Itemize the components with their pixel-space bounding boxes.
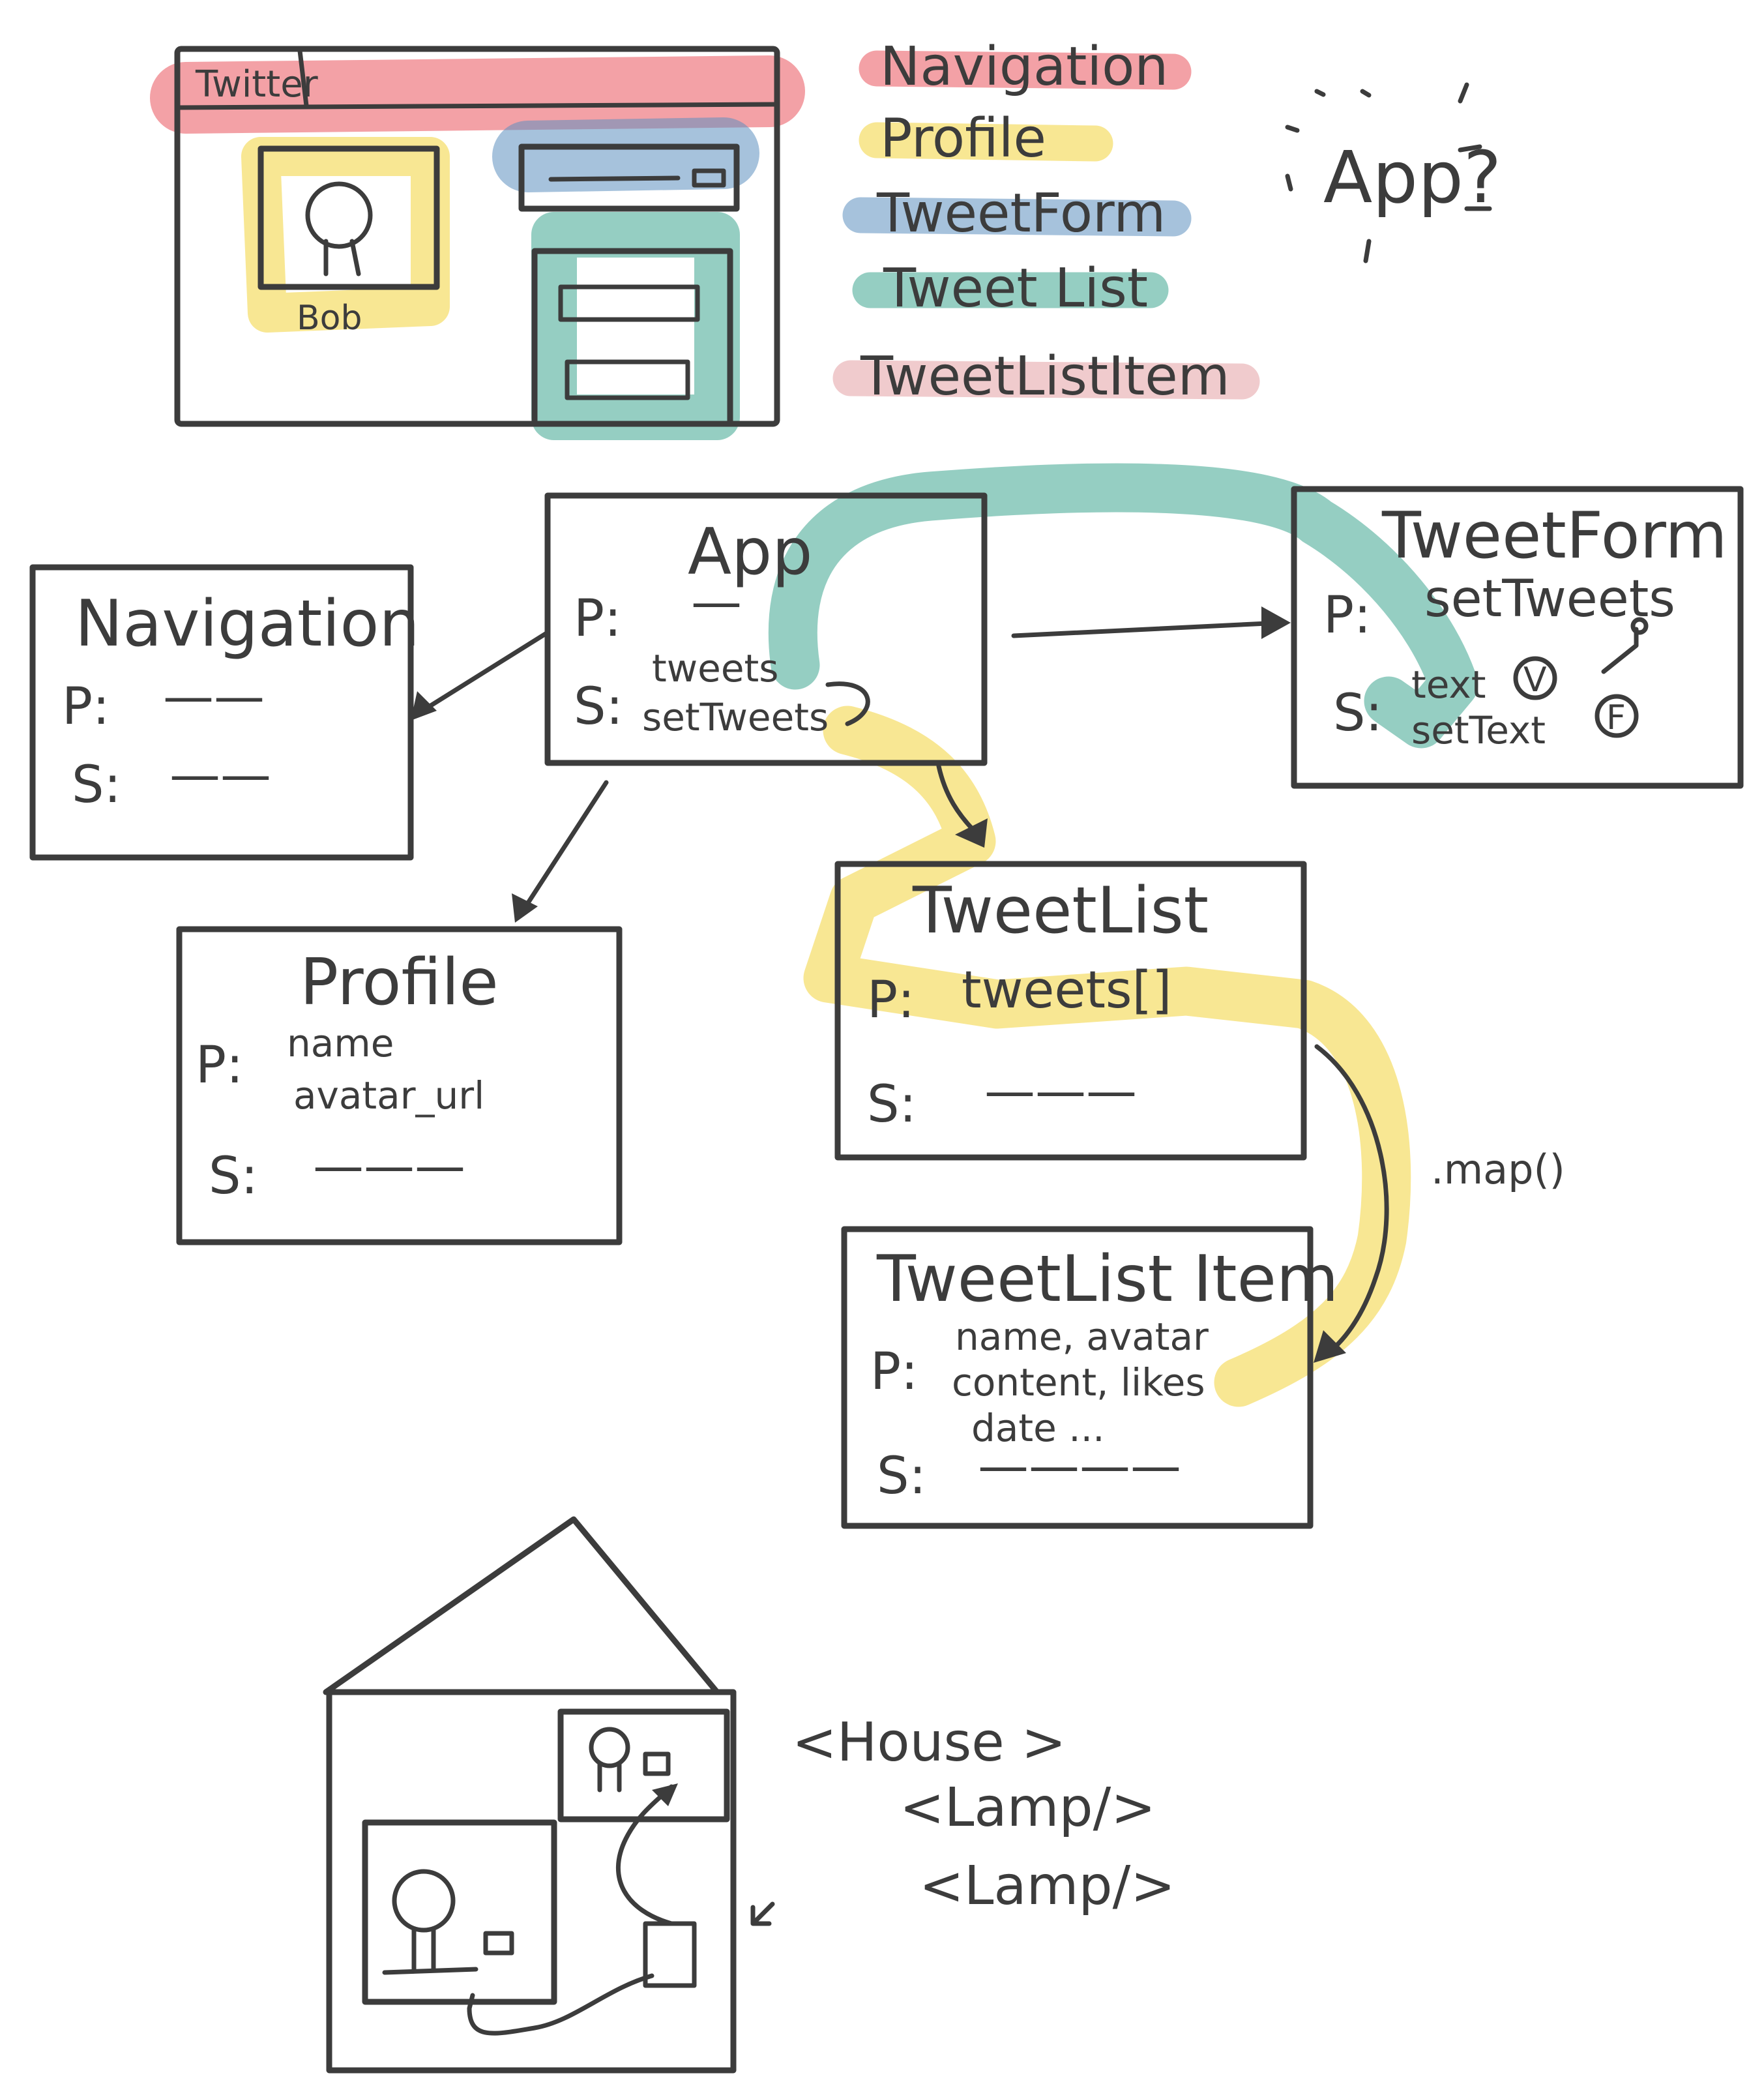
wire-avatar-face: [305, 181, 373, 276]
wire-list-item-2: [565, 359, 690, 400]
tweetlist-title: TweetList: [912, 874, 1209, 948]
profile-component: Profile P: name avatar_url S: ———: [176, 926, 623, 1245]
navigation-component: Navigation P: —— S: ——: [29, 564, 420, 861]
arrow-app-to-tweetform: [1011, 620, 1284, 638]
house-room-lower: [362, 1819, 557, 2005]
lamp-icon-upper: [589, 1727, 671, 1793]
profile-props-avatar: avatar_url: [293, 1073, 484, 1118]
profile-state-value: ———: [313, 1137, 465, 1196]
tweetlistitem-props-line1: name, avatar: [955, 1315, 1209, 1359]
profile-props-label: P:: [196, 1036, 243, 1095]
lamp-icon-lower: [382, 1869, 514, 1975]
arrow-app-to-profile: [519, 780, 609, 915]
app-component: App P: — S: tweets setTweets: [544, 492, 988, 766]
legend: Navigation Profile TweetForm Tweet List …: [832, 36, 1260, 408]
house-code-lamp-2: <Lamp/>: [919, 1855, 1175, 1917]
wire-form-highlight: [492, 117, 759, 192]
badge-v: V: [1513, 656, 1557, 700]
wire-nav-title: Twitter: [195, 63, 319, 106]
diagram-canvas: Twitter Bob Navigation Profile TweetForm…: [29, 36, 1744, 2074]
house-code: <House > <Lamp/> <Lamp/>: [792, 1712, 1175, 1917]
tweetform-title: TweetForm: [1381, 499, 1727, 573]
house-code-tag: <House >: [792, 1712, 1066, 1774]
legend-item-profile: Profile: [880, 108, 1046, 170]
house-sketch: [323, 1516, 775, 2074]
tweetlistitem-state-value: ————: [978, 1437, 1181, 1496]
profile-state-label: S:: [209, 1147, 258, 1206]
navigation-props-value: ——: [163, 668, 265, 726]
wire-form-input: [548, 175, 681, 182]
tweetlistitem-title: TweetList Item: [876, 1242, 1338, 1317]
badge-f-label: F: [1606, 698, 1626, 737]
tweetform-state-label: S:: [1333, 684, 1383, 743]
profile-props-name: name: [287, 1021, 394, 1065]
arrow-app-to-tweetform-head: [1261, 606, 1291, 639]
app-state-label: S:: [574, 677, 623, 736]
legend-item-tweetlist: Tweet List: [883, 258, 1148, 320]
navigation-title: Navigation: [75, 587, 420, 661]
house-wire-upper: [615, 1784, 674, 1926]
navigation-props-label: P:: [62, 677, 110, 736]
legend-item-tweetlistitem: TweetListItem: [860, 346, 1230, 408]
tweetlistitem-state-label: S:: [877, 1447, 926, 1506]
map-label: .map(): [1431, 1146, 1565, 1193]
tweetlist-props-label: P:: [867, 971, 915, 1030]
app-state-tweets: tweets: [652, 646, 779, 691]
wire-list-highlight: [531, 212, 740, 440]
navigation-state-value: ——: [169, 746, 271, 805]
wire-username: Bob: [297, 299, 362, 338]
tweetform-props-label: P:: [1323, 586, 1371, 645]
app-props-value: —: [691, 573, 742, 632]
tweetlist-state-label: S:: [867, 1075, 917, 1134]
tweetform-state-settext: setText: [1411, 708, 1546, 752]
house-code-lamp-1: <Lamp/>: [900, 1777, 1156, 1839]
app-props-label: P:: [574, 589, 621, 648]
profile-title: Profile: [300, 945, 499, 1020]
wire-list-item-1: [558, 284, 700, 322]
badge-f: F: [1595, 694, 1639, 738]
navigation-state-label: S:: [72, 756, 121, 814]
house-roof: [323, 1516, 720, 1695]
legend-item-navigation: Navigation: [880, 36, 1168, 98]
app-question: App?: [1285, 82, 1501, 263]
house-body: [326, 1689, 737, 2074]
house-outlet-arrow: [750, 1901, 775, 1926]
tweetlist-props-value: tweets[]: [962, 961, 1171, 1020]
badge-v-label: V: [1523, 661, 1547, 700]
twitter-wireframe: Twitter Bob: [150, 46, 805, 440]
arrow-app-to-navigation: [415, 630, 550, 717]
tweetlist-state-value: ———: [984, 1062, 1137, 1121]
legend-item-tweetform: TweetForm: [876, 183, 1166, 245]
tweetlistitem-props-line2: content, likes: [952, 1360, 1205, 1405]
app-state-settweets: setTweets: [642, 695, 829, 739]
tweetform-callback-arrow: [1601, 627, 1639, 674]
tweetlistitem-props-label: P:: [870, 1343, 918, 1401]
tweetform-state-text: text: [1411, 662, 1486, 707]
